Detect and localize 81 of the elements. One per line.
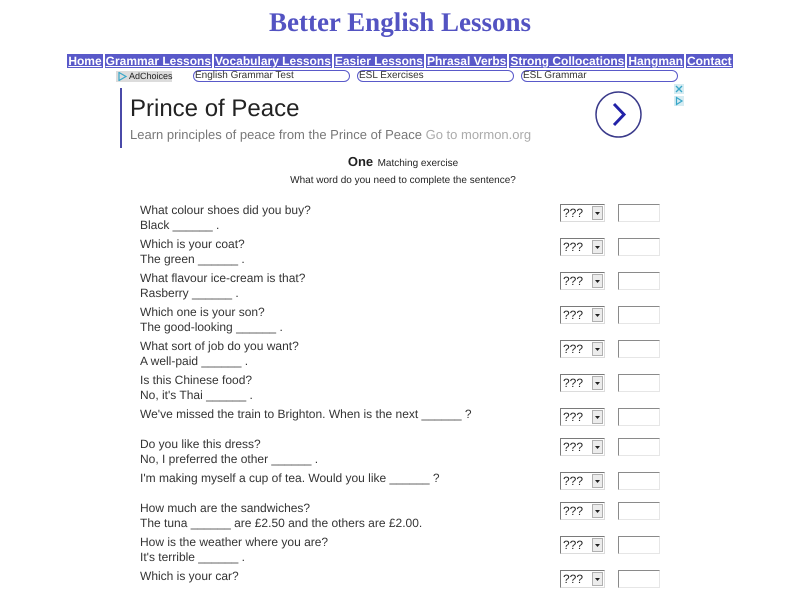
answer-input[interactable] [618, 306, 660, 324]
question-text: A well-paid ______ . [140, 354, 250, 369]
exercise-title: Matching exercise [378, 158, 458, 169]
question-text: Which is your car? [140, 569, 239, 584]
close-icon[interactable] [674, 84, 684, 94]
question-text: No, it's Thai ______ . [140, 388, 253, 403]
answer-input[interactable] [618, 570, 660, 588]
ad-link[interactable]: ESL Grammar [521, 70, 678, 82]
question-text: We've missed the train to Brighton. When is the next ______ ? [140, 407, 472, 422]
question-text: Rasberry ______ . [140, 286, 240, 301]
answer-dropdown[interactable]: ??? [560, 570, 605, 588]
answer-input[interactable] [618, 374, 660, 392]
question-text: How much are the sandwiches? [140, 501, 312, 516]
answer-dropdown[interactable]: ??? [560, 408, 605, 426]
answer-dropdown[interactable]: ??? [560, 502, 605, 520]
answer-dropdown[interactable]: ??? [560, 238, 605, 256]
question-text: The good-looking ______ . [140, 320, 283, 335]
question-text: What sort of job do you want? [140, 339, 299, 354]
answer-dropdown[interactable]: ??? [560, 438, 605, 456]
question-text: No, I preferred the other ______ . [140, 452, 318, 467]
caret-down-icon [592, 240, 603, 254]
ad-title: Prince of Peace [130, 94, 300, 122]
answer-dropdown[interactable]: ??? [560, 374, 605, 392]
chevron-right-button[interactable] [595, 90, 642, 138]
question-text: Do you like this dress? [140, 437, 262, 452]
answer-input[interactable] [618, 438, 660, 456]
ad-description: Learn principles of peace from the Prince of Peace [130, 126, 422, 142]
ad-link[interactable]: ESL Exercises [357, 70, 514, 82]
answer-dropdown[interactable]: ??? [560, 536, 605, 554]
caret-down-icon [592, 504, 603, 518]
answer-input[interactable] [618, 502, 660, 520]
nav-link[interactable]: Strong Collocations [509, 54, 626, 68]
site-title: Better English Lessons [268, 6, 532, 38]
nav-link[interactable]: Easier Lessons [334, 54, 424, 68]
question-text: Which is your coat? [140, 237, 245, 252]
nav-link[interactable]: Home [67, 54, 103, 68]
answer-input[interactable] [618, 272, 660, 290]
answer-input[interactable] [618, 408, 660, 426]
caret-down-icon [592, 538, 603, 552]
answer-dropdown[interactable]: ??? [560, 272, 605, 290]
nav-link[interactable]: Phrasal Verbs [426, 54, 508, 68]
nav-link[interactable]: Hangman [627, 54, 684, 68]
answer-input[interactable] [618, 340, 660, 358]
exercise-instruction: What word do you need to complete the sentence? [290, 175, 516, 186]
question-text: What colour shoes did you buy? [140, 203, 311, 218]
caret-down-icon [592, 440, 603, 454]
nav-link[interactable]: Grammar Lessons [104, 54, 212, 68]
caret-down-icon [592, 342, 603, 356]
caret-down-icon [592, 474, 603, 488]
answer-input[interactable] [618, 536, 660, 554]
caret-down-icon [592, 410, 603, 424]
ad-link[interactable]: English Grammar Test [193, 70, 350, 82]
answer-input[interactable] [618, 472, 660, 490]
question-text: Is this Chinese food? [140, 373, 253, 388]
caret-down-icon [592, 274, 603, 288]
caret-down-icon [592, 308, 603, 322]
answer-dropdown[interactable]: ??? [560, 306, 605, 324]
answer-dropdown[interactable]: ??? [560, 204, 605, 222]
nav-link[interactable]: Contact [686, 54, 733, 68]
answer-input[interactable] [618, 204, 660, 222]
question-text: The green ______ . [140, 252, 245, 267]
caret-down-icon [592, 572, 603, 586]
adchoices-label: AdChoices [129, 71, 173, 81]
caret-down-icon [592, 376, 603, 390]
question-text: How is the weather where you are? [140, 535, 328, 550]
question-text: Black ______ . [140, 218, 220, 233]
caret-down-icon [592, 206, 603, 220]
ad-banner[interactable]: Prince of Peace Learn principles of peace from the Prince of Peace Go to mormon.org [120, 88, 674, 148]
nav-link[interactable]: Vocabulary Lessons [214, 54, 332, 68]
question-text: I'm making myself a cup of tea. Would you like ______ ? [140, 471, 440, 486]
answer-dropdown[interactable]: ??? [560, 472, 605, 490]
question-text: It's terrible ______ . [140, 550, 246, 565]
exercise-number: One [348, 154, 374, 169]
answer-dropdown[interactable]: ??? [560, 340, 605, 358]
question-text: Which one is your son? [140, 305, 266, 320]
play-icon[interactable] [674, 96, 684, 106]
play-icon [118, 72, 127, 80]
question-text: The tuna ______ are £2.50 and the others are £2.00. [140, 516, 422, 531]
answer-input[interactable] [618, 238, 660, 256]
adchoices-tag[interactable]: AdChoices [116, 70, 172, 82]
question-text: What flavour ice-cream is that? [140, 271, 306, 286]
